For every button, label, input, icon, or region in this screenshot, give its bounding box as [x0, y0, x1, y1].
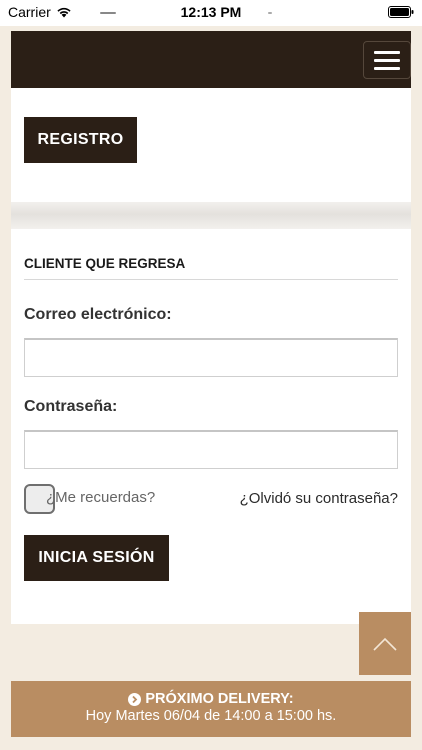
scroll-top-button[interactable] — [359, 612, 411, 675]
login-button[interactable]: INICIA SESIÓN — [24, 535, 169, 581]
circle-chevron-right-icon — [128, 692, 142, 706]
returning-customer-title: CLIENTE QUE REGRESA — [24, 256, 186, 271]
delivery-title-row: PRÓXIMO DELIVERY: — [11, 691, 411, 707]
email-label: Correo electrónico: — [24, 306, 172, 323]
delivery-detail: Hoy Martes 06/04 de 14:00 a 15:00 hs. — [85, 708, 337, 724]
forgot-password-link[interactable]: ¿Olvidó su contraseña? — [240, 490, 398, 507]
email-field[interactable] — [24, 338, 398, 377]
title-divider — [24, 279, 398, 280]
card-separator — [11, 202, 411, 229]
battery-icon — [388, 5, 414, 21]
password-label: Contraseña: — [24, 398, 118, 415]
password-field[interactable] — [24, 430, 398, 469]
hamburger-menu-icon[interactable] — [363, 41, 411, 79]
remember-me-label: ¿Me recuerdas? — [46, 489, 156, 506]
status-bar: Carrier 12:13 PM — [0, 0, 422, 26]
delivery-banner: PRÓXIMO DELIVERY: Hoy Martes 06/04 de 14… — [11, 681, 411, 737]
chevron-up-icon — [373, 637, 397, 651]
delivery-title: PRÓXIMO DELIVERY: — [145, 691, 294, 707]
status-dot — [268, 12, 272, 14]
clipped-text — [24, 88, 104, 92]
app-header — [11, 31, 411, 88]
status-time: 12:13 PM — [180, 4, 242, 20]
register-button[interactable]: REGISTRO — [24, 117, 137, 163]
